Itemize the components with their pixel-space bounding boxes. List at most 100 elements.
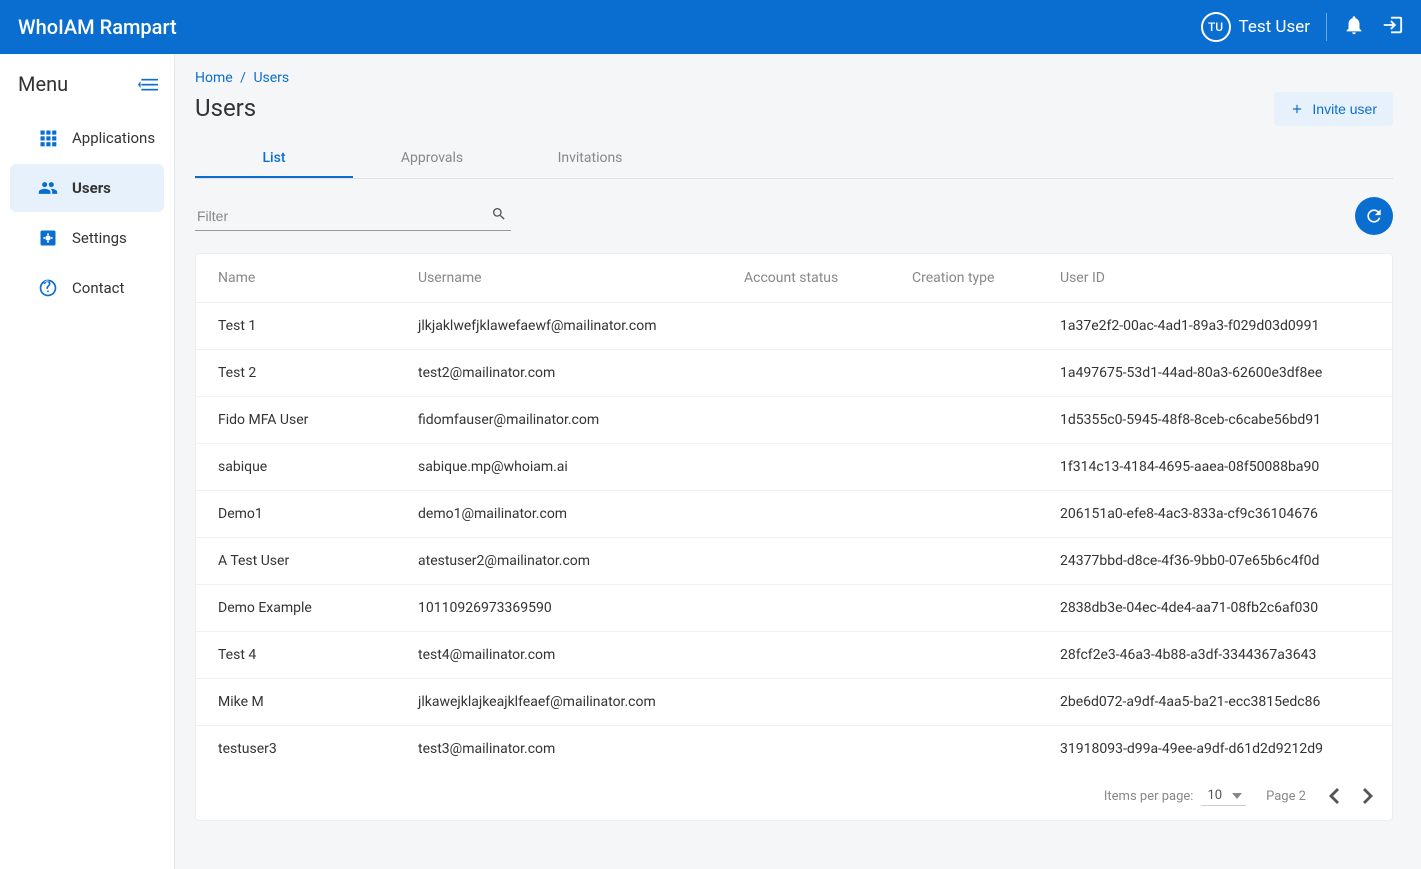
sidebar-item-label: Applications xyxy=(72,129,155,147)
cell-account-status xyxy=(722,726,890,773)
sidebar-item-label: Contact xyxy=(72,279,124,297)
chevron-down-icon xyxy=(1232,793,1242,799)
table-row[interactable]: testuser3test3@mailinator.com 31918093-d9… xyxy=(196,726,1392,773)
cell-username: test3@mailinator.com xyxy=(396,726,722,773)
apps-icon xyxy=(38,128,58,148)
cell-creation-type xyxy=(890,491,1038,538)
cell-username: test2@mailinator.com xyxy=(396,350,722,397)
cell-username: 10110926973369590 xyxy=(396,585,722,632)
notifications-icon[interactable] xyxy=(1343,14,1365,40)
table-row[interactable]: Demo Example10110926973369590 2838db3e-04… xyxy=(196,585,1392,632)
cell-user-id: 1d5355c0-5945-48f8-8ceb-c6cabe56bd91 xyxy=(1038,397,1392,444)
col-account-status[interactable]: Account status xyxy=(722,254,890,303)
cell-user-id: 206151a0-efe8-4ac3-833a-cf9c36104676 xyxy=(1038,491,1392,538)
cell-username: fidomfauser@mailinator.com xyxy=(396,397,722,444)
sidebar-item-applications[interactable]: Applications xyxy=(10,114,164,162)
cell-user-id: 28fcf2e3-46a3-4b88-a3df-3344367a3643 xyxy=(1038,632,1392,679)
page-label: Page 2 xyxy=(1266,789,1306,804)
cell-name: Demo Example xyxy=(196,585,396,632)
page-title: Users xyxy=(195,94,256,122)
cell-user-id: 31918093-d99a-49ee-a9df-d61d2d9212d9 xyxy=(1038,726,1392,773)
table-row[interactable]: Mike Mjlkawejklajkeajklfeaef@mailinator.… xyxy=(196,679,1392,726)
user-name-label: Test User xyxy=(1239,17,1310,37)
tab-approvals[interactable]: Approvals xyxy=(353,140,511,178)
cell-name: Demo1 xyxy=(196,491,396,538)
cell-creation-type xyxy=(890,538,1038,585)
cell-user-id: 1a497675-53d1-44ad-80a3-62600e3df8ee xyxy=(1038,350,1392,397)
cell-name: A Test User xyxy=(196,538,396,585)
cell-name: sabique xyxy=(196,444,396,491)
refresh-icon xyxy=(1364,206,1384,226)
invite-user-label: Invite user xyxy=(1312,101,1377,117)
items-per-page-label: Items per page: xyxy=(1104,789,1194,804)
app-header: WhoIAM Rampart TU Test User xyxy=(0,0,1421,54)
cell-account-status xyxy=(722,632,890,679)
sidebar-item-label: Settings xyxy=(72,229,127,247)
cell-account-status xyxy=(722,538,890,585)
sidebar-item-contact[interactable]: Contact xyxy=(10,264,164,312)
table-row[interactable]: Test 1jlkjaklwefjklawefaewf@mailinator.c… xyxy=(196,303,1392,350)
cell-username: jlkjaklwefjklawefaewf@mailinator.com xyxy=(396,303,722,350)
page-prev-button[interactable] xyxy=(1326,788,1342,804)
cell-user-id: 2838db3e-04ec-4de4-aa71-08fb2c6af030 xyxy=(1038,585,1392,632)
cell-account-status xyxy=(722,585,890,632)
col-username[interactable]: Username xyxy=(396,254,722,303)
invite-user-button[interactable]: Invite user xyxy=(1274,92,1393,126)
cell-account-status xyxy=(722,350,890,397)
page-next-button[interactable] xyxy=(1360,788,1376,804)
chevron-left-icon xyxy=(1329,788,1339,804)
table-row[interactable]: Demo1demo1@mailinator.com 206151a0-efe8-4… xyxy=(196,491,1392,538)
cell-name: Test 2 xyxy=(196,350,396,397)
table-row[interactable]: Fido MFA Userfidomfauser@mailinator.com 1… xyxy=(196,397,1392,444)
table-row[interactable]: sabiquesabique.mp@whoiam.ai1f314c13-4184… xyxy=(196,444,1392,491)
cell-account-status xyxy=(722,397,890,444)
cell-username: demo1@mailinator.com xyxy=(396,491,722,538)
users-table: Name Username Account status Creation ty… xyxy=(195,253,1393,821)
plus-icon xyxy=(1290,102,1304,116)
user-menu[interactable]: TU Test User xyxy=(1201,12,1310,42)
col-user-id[interactable]: User ID xyxy=(1038,254,1392,303)
table-row[interactable]: Test 4test4@mailinator.com 28fcf2e3-46a3-… xyxy=(196,632,1392,679)
cell-username: sabique.mp@whoiam.ai xyxy=(396,444,722,491)
tab-invitations[interactable]: Invitations xyxy=(511,140,669,178)
col-creation-type[interactable]: Creation type xyxy=(890,254,1038,303)
sidebar-collapse-icon[interactable] xyxy=(138,76,158,92)
header-divider xyxy=(1326,13,1327,41)
breadcrumb-separator: / xyxy=(240,70,246,86)
sidebar: Menu Applications Users Settings xyxy=(0,54,175,869)
breadcrumb-home[interactable]: Home xyxy=(195,70,233,86)
search-icon[interactable] xyxy=(491,206,507,222)
cell-account-status xyxy=(722,444,890,491)
cell-account-status xyxy=(722,679,890,726)
cell-name: Test 4 xyxy=(196,632,396,679)
refresh-button[interactable] xyxy=(1355,197,1393,235)
cell-name: testuser3 xyxy=(196,726,396,773)
col-name[interactable]: Name xyxy=(196,254,396,303)
users-icon xyxy=(38,178,58,198)
sidebar-title: Menu xyxy=(18,72,68,96)
page-size-value: 10 xyxy=(1207,788,1222,803)
settings-icon xyxy=(38,228,58,248)
help-icon xyxy=(38,278,58,298)
avatar: TU xyxy=(1201,12,1231,42)
sidebar-item-settings[interactable]: Settings xyxy=(10,214,164,262)
sidebar-item-users[interactable]: Users xyxy=(10,164,164,212)
logout-icon[interactable] xyxy=(1381,14,1403,40)
cell-creation-type xyxy=(890,632,1038,679)
filter-input[interactable] xyxy=(195,202,511,230)
main-content: Home / Users Users Invite user List Appr… xyxy=(175,54,1421,869)
cell-name: Fido MFA User xyxy=(196,397,396,444)
cell-username: atestuser2@mailinator.com xyxy=(396,538,722,585)
cell-username: jlkawejklajkeajklfeaef@mailinator.com xyxy=(396,679,722,726)
cell-creation-type xyxy=(890,585,1038,632)
table-row[interactable]: Test 2test2@mailinator.com 1a497675-53d1-… xyxy=(196,350,1392,397)
table-row[interactable]: A Test Useratestuser2@mailinator.com2437… xyxy=(196,538,1392,585)
cell-user-id: 2be6d072-a9df-4aa5-ba21-ecc3815edc86 xyxy=(1038,679,1392,726)
cell-creation-type xyxy=(890,726,1038,773)
tab-list[interactable]: List xyxy=(195,140,353,178)
breadcrumb-current[interactable]: Users xyxy=(253,70,289,86)
cell-name: Mike M xyxy=(196,679,396,726)
cell-username: test4@mailinator.com xyxy=(396,632,722,679)
pagination: Items per page: 10 Page 2 xyxy=(196,772,1392,820)
page-size-select[interactable]: 10 xyxy=(1201,786,1246,806)
